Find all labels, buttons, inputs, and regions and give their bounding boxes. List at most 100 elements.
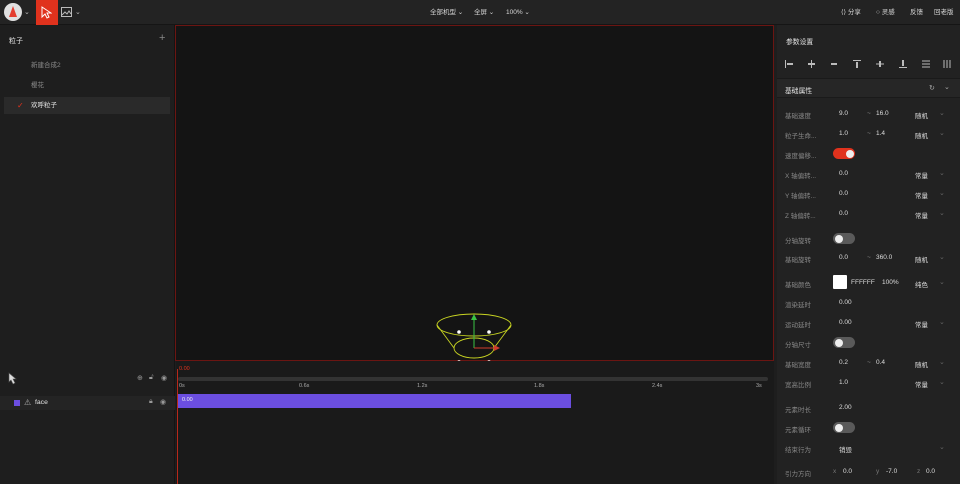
chevron-down-icon[interactable]: ⌄ [944, 83, 950, 91]
zoom-select[interactable]: 100% ⌄ [506, 0, 530, 25]
axis-z-label: z [917, 468, 921, 475]
mode-select[interactable]: 常量 [915, 190, 928, 200]
color-hex[interactable]: FFFFFF [851, 279, 875, 286]
gravity-x-input[interactable]: 0.0 [843, 468, 852, 475]
distribute-h-icon[interactable] [922, 60, 930, 68]
param-row: 引力方向 x 0.0 y -7.0 z 0.0 [777, 462, 960, 482]
inspiration-button[interactable]: ○ 灵感 [876, 0, 895, 25]
param-min-input[interactable]: 0.0 [839, 254, 848, 261]
align-top-icon[interactable] [853, 60, 861, 68]
layer-row[interactable]: ⚠︎ face 🔒︎ ◉ [0, 396, 175, 410]
image-tool-icon[interactable] [61, 7, 72, 17]
chevron-down-icon[interactable]: ⌄ [939, 443, 945, 451]
loop-toggle[interactable] [833, 422, 855, 433]
old-version-button[interactable]: 回老版 [934, 0, 954, 25]
chevron-down-icon[interactable]: ⌄ [939, 129, 945, 137]
chevron-down-icon[interactable]: ⌄ [939, 109, 945, 117]
lock-icon[interactable]: 🔓︎ [149, 374, 154, 382]
time-ruler: 0s 0.6s 1.2s 1.8s 2.4s 3s [176, 383, 774, 393]
axis-rotate-toggle[interactable] [833, 233, 855, 244]
param-input[interactable]: 0.0 [839, 170, 848, 177]
share-icon: ⟨⟩ [841, 9, 847, 16]
eye-icon[interactable]: ◉ [161, 374, 167, 382]
mode-select[interactable]: 随机 [915, 254, 928, 264]
select-tool-button[interactable] [36, 0, 58, 25]
reset-icon[interactable]: ↻ [929, 84, 935, 92]
chevron-down-icon[interactable]: ⌄ [75, 8, 81, 16]
chevron-down-icon[interactable]: ⌄ [939, 278, 945, 286]
param-input[interactable]: 2.00 [839, 404, 852, 411]
chevron-down-icon[interactable]: ⌄ [939, 253, 945, 261]
fullscreen-select[interactable]: 全屏 ⌄ [474, 0, 494, 25]
chevron-down-icon[interactable]: ⌄ [939, 378, 945, 386]
timeline[interactable]: 0.00 0s 0.6s 1.2s 1.8s 2.4s 3s 0.00 [176, 361, 774, 484]
param-input[interactable]: 1.0 [839, 379, 848, 386]
tick-label: 2.4s [652, 383, 663, 389]
layer-track-bar[interactable]: 0.00 [178, 394, 571, 408]
mode-select[interactable]: 常量 [915, 379, 928, 389]
add-icon[interactable]: + [159, 32, 165, 44]
align-left-icon[interactable] [785, 60, 793, 68]
param-max-input[interactable]: 0.4 [876, 359, 885, 366]
chevron-down-icon[interactable]: ⌄ [939, 358, 945, 366]
device-select[interactable]: 全部机型 ⌄ [430, 0, 463, 25]
color-swatch[interactable] [833, 275, 847, 289]
app-logo[interactable] [4, 3, 22, 21]
align-vcenter-icon[interactable] [876, 60, 884, 68]
mode-select[interactable]: 常量 [915, 319, 928, 329]
feedback-button[interactable]: 反馈 [910, 0, 923, 25]
chevron-down-icon[interactable]: ⌄ [939, 169, 945, 177]
axis-y-label: y [876, 468, 880, 475]
playhead[interactable] [177, 369, 178, 484]
color-opacity[interactable]: 100% [882, 279, 899, 286]
add-layer-icon[interactable]: ⊕ [137, 374, 143, 382]
list-item[interactable]: 樱花 [4, 77, 170, 94]
param-label: 基础速度 [785, 113, 811, 120]
share-button[interactable]: ⟨⟩ 分享 [841, 0, 861, 25]
chevron-down-icon[interactable]: ⌄ [939, 189, 945, 197]
chevron-down-icon[interactable]: ⌄ [939, 318, 945, 326]
param-min-input[interactable]: 1.0 [839, 130, 848, 137]
preview-viewport[interactable] [175, 25, 774, 364]
param-input[interactable]: 0.0 [839, 210, 848, 217]
param-min-input[interactable]: 9.0 [839, 110, 848, 117]
mode-select[interactable]: 随机 [915, 130, 928, 140]
current-time: 0.00 [179, 366, 190, 372]
align-right-icon[interactable] [830, 60, 838, 68]
mode-select[interactable]: 随机 [915, 110, 928, 120]
param-label: 运动延时 [785, 322, 811, 329]
timeline-scrubber[interactable] [178, 377, 768, 381]
distribute-v-icon[interactable] [943, 60, 951, 68]
param-input[interactable]: 0.00 [839, 319, 852, 326]
emitter-gizmo[interactable] [434, 306, 514, 366]
chevron-down-icon[interactable]: ⌄ [24, 8, 30, 16]
param-max-input[interactable]: 16.0 [876, 110, 889, 117]
eye-icon[interactable]: ◉ [160, 398, 166, 406]
end-behavior-select[interactable]: 销毁 [839, 444, 852, 454]
gravity-y-input[interactable]: -7.0 [886, 468, 897, 475]
speed-offset-toggle[interactable] [833, 148, 855, 159]
param-max-input[interactable]: 360.0 [876, 254, 892, 261]
gravity-z-input[interactable]: 0.0 [926, 468, 935, 475]
param-min-input[interactable]: 0.2 [839, 359, 848, 366]
mode-select[interactable]: 常量 [915, 170, 928, 180]
mode-select[interactable]: 纯色 [915, 279, 928, 289]
param-input[interactable]: 0.00 [839, 299, 852, 306]
param-input[interactable]: 0.0 [839, 190, 848, 197]
chevron-down-icon[interactable]: ⌄ [939, 209, 945, 217]
align-bottom-icon[interactable] [899, 60, 907, 68]
list-item[interactable]: 新建合成2 [4, 57, 170, 74]
mode-select[interactable]: 常量 [915, 210, 928, 220]
param-label: 基础宽度 [785, 362, 811, 369]
list-item[interactable]: ✓ 欢呼粒子 [4, 97, 170, 114]
section-header[interactable]: 基础属性 ↻ ⌄ [777, 78, 960, 98]
bulb-icon: ○ [876, 9, 880, 16]
param-row: 基础速度 9.0 ~ 16.0 随机 ⌄ [777, 104, 960, 124]
axis-size-toggle[interactable] [833, 337, 855, 348]
lock-icon[interactable]: 🔒︎ [149, 398, 153, 406]
align-hcenter-icon[interactable] [807, 60, 815, 68]
param-max-input[interactable]: 1.4 [876, 130, 885, 137]
mode-select[interactable]: 随机 [915, 359, 928, 369]
param-label: X 轴偏转... [785, 173, 817, 180]
param-label: 速度偏移... [785, 153, 817, 160]
